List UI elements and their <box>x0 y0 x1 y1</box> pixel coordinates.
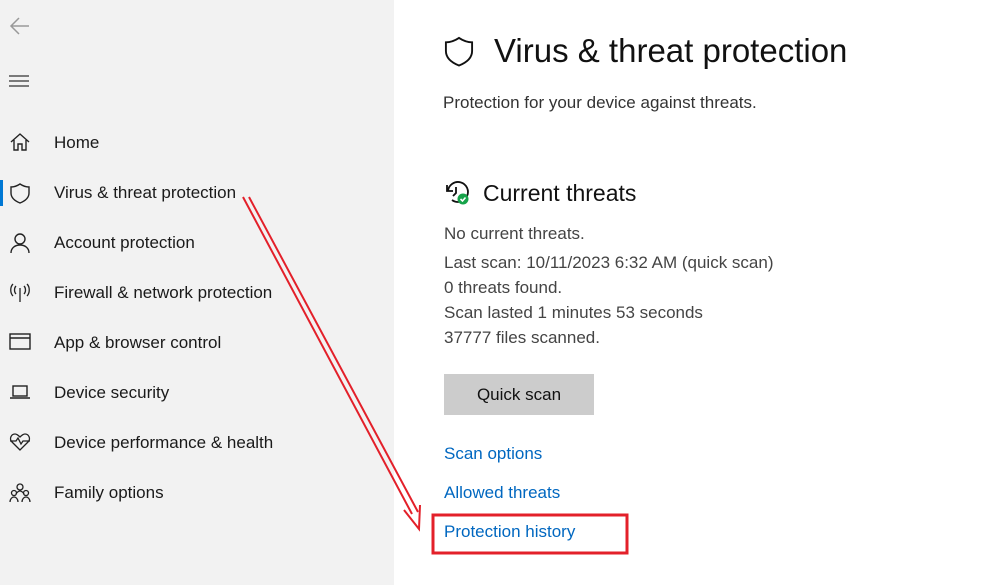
sidebar-item-label: App & browser control <box>54 333 222 352</box>
sidebar-item-home[interactable]: Home <box>0 122 394 162</box>
shield-icon <box>10 183 30 204</box>
current-threats-heading: Current threats <box>483 180 637 206</box>
back-arrow-icon[interactable] <box>9 16 31 36</box>
person-icon <box>10 233 30 254</box>
allowed-threats-link[interactable]: Allowed threats <box>444 483 560 503</box>
sidebar-item-label: Device security <box>54 383 170 402</box>
files-scanned: 37777 files scanned. <box>444 328 600 347</box>
sidebar-item-label: Account protection <box>54 233 195 252</box>
last-scan: Last scan: 10/11/2023 6:32 AM (quick sca… <box>444 253 774 272</box>
page-title: Virus & threat protection <box>494 32 848 69</box>
hamburger-menu-icon[interactable] <box>9 74 29 88</box>
protection-history-link[interactable]: Protection history <box>444 522 575 542</box>
sidebar-item-firewall[interactable]: Firewall & network protection <box>0 272 394 312</box>
selection-indicator <box>0 180 3 206</box>
shield-icon <box>444 36 474 67</box>
sidebar-item-device-security[interactable]: Device security <box>0 372 394 412</box>
home-icon <box>10 133 30 151</box>
sidebar-item-label: Firewall & network protection <box>54 283 273 302</box>
heart-icon <box>9 433 31 451</box>
sidebar-item-label: Device performance & health <box>54 433 274 452</box>
sidebar-item-label: Virus & threat protection <box>54 183 237 202</box>
threat-status: No current threats. <box>444 224 585 243</box>
antenna-icon <box>10 283 30 302</box>
sidebar-item-label: Home <box>54 133 100 152</box>
threats-found: 0 threats found. <box>444 278 563 297</box>
quick-scan-button[interactable]: Quick scan <box>444 374 594 415</box>
sidebar-item-device-performance[interactable]: Device performance & health <box>0 422 394 462</box>
browser-window-icon <box>9 333 31 350</box>
laptop-icon <box>10 385 30 399</box>
history-check-icon <box>446 181 469 205</box>
scan-duration: Scan lasted 1 minutes 53 seconds <box>444 303 703 322</box>
sidebar-item-app-browser-control[interactable]: App & browser control <box>0 322 394 362</box>
sidebar: Home Virus & threat protection Account p… <box>0 0 394 585</box>
sidebar-item-virus-threat-protection[interactable]: Virus & threat protection <box>0 172 394 212</box>
sidebar-item-account-protection[interactable]: Account protection <box>0 222 394 262</box>
family-icon <box>9 483 31 503</box>
scan-options-link[interactable]: Scan options <box>444 444 542 464</box>
page-subtitle: Protection for your device against threa… <box>443 93 757 112</box>
sidebar-item-label: Family options <box>54 483 164 502</box>
main-content: Virus & threat protection Protection for… <box>394 0 1000 585</box>
sidebar-item-family-options[interactable]: Family options <box>0 472 394 512</box>
